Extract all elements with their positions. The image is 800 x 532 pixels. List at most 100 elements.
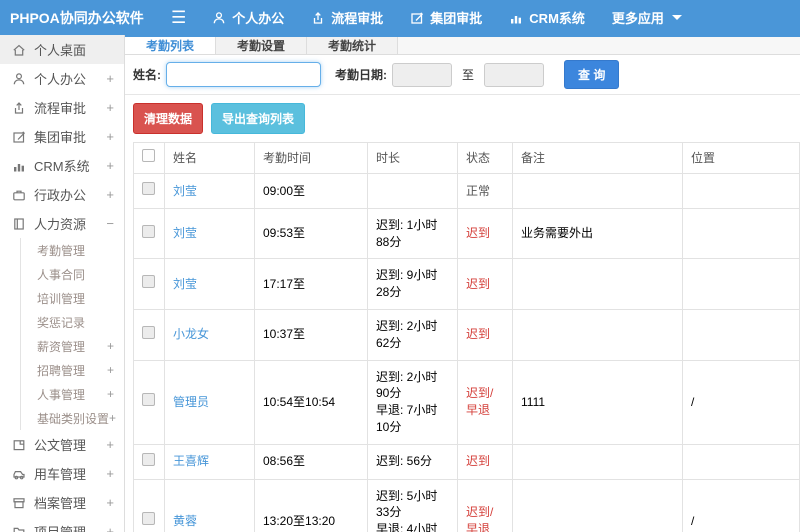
sidebar-subitem-rewards[interactable]: 奖惩记录 bbox=[21, 310, 124, 334]
expand-plus[interactable]: + bbox=[106, 100, 114, 115]
col-name: 姓名 bbox=[164, 142, 255, 174]
nav-crm-system[interactable]: CRM系统 bbox=[509, 8, 585, 27]
employee-link[interactable]: 管理员 bbox=[173, 395, 209, 409]
query-button[interactable]: 查 询 bbox=[564, 60, 620, 89]
collapse-minus[interactable]: − bbox=[106, 216, 114, 231]
content-area: 考勤列表 考勤设置 考勤统计 姓名: 考勤日期: 至 查 询 清理数据 导出查询… bbox=[125, 35, 800, 532]
sidebar-item-hr[interactable]: 人力资源 − bbox=[0, 209, 124, 238]
toolbar: 清理数据 导出查询列表 bbox=[125, 95, 800, 142]
expand-plus[interactable]: + bbox=[106, 437, 114, 452]
table-row: 小龙女 10:37至 迟到: 2小时62分 迟到 bbox=[133, 308, 800, 361]
sidebar-item-workflow-approval[interactable]: 流程审批 + bbox=[0, 93, 124, 122]
bar-chart-icon bbox=[509, 11, 523, 25]
edit-icon bbox=[12, 130, 27, 144]
status-text: 迟到 bbox=[457, 258, 513, 310]
expand-plus[interactable]: + bbox=[106, 495, 114, 510]
sidebar-item-project[interactable]: 项目管理 + bbox=[0, 517, 124, 532]
app-logo: PHPOA协同办公软件 bbox=[10, 9, 144, 26]
row-checkbox[interactable] bbox=[142, 512, 155, 526]
sidebar-item-admin-office[interactable]: 行政办公 + bbox=[0, 180, 124, 209]
home-icon bbox=[12, 43, 27, 57]
row-checkbox[interactable] bbox=[142, 275, 155, 289]
expand-plus[interactable]: + bbox=[106, 158, 114, 173]
employee-link[interactable]: 刘莹 bbox=[173, 277, 197, 291]
expand-plus[interactable]: + bbox=[107, 339, 114, 353]
employee-link[interactable]: 黄蓉 bbox=[173, 514, 197, 528]
row-checkbox[interactable] bbox=[142, 452, 155, 466]
expand-plus[interactable]: + bbox=[106, 129, 114, 144]
table-row: 刘莹 09:53至 迟到: 1小时88分 迟到 业务需要外出 bbox=[133, 207, 800, 260]
status-text: 迟到/早退 bbox=[457, 359, 513, 445]
tab-attendance-settings[interactable]: 考勤设置 bbox=[216, 37, 308, 54]
col-location: 位置 bbox=[682, 142, 800, 174]
nav-more-apps[interactable]: 更多应用 bbox=[612, 8, 682, 27]
menu-icon[interactable]: ☰ bbox=[171, 9, 186, 26]
table-header-row: 姓名 考勤时间 时长 状态 备注 位置 bbox=[133, 142, 800, 174]
sidebar-subitem-personnel[interactable]: 人事管理 + bbox=[21, 382, 124, 406]
nav-personal-office[interactable]: 个人办公 bbox=[212, 8, 284, 27]
share-icon bbox=[12, 101, 27, 115]
table-row: 王喜辉 08:56至 迟到: 56分 迟到 bbox=[133, 443, 800, 480]
table-row: 刘莹 17:17至 迟到: 9小时28分 迟到 bbox=[133, 258, 800, 310]
status-text: 迟到 bbox=[457, 443, 513, 480]
employee-link[interactable]: 刘莹 bbox=[173, 184, 197, 198]
name-input[interactable] bbox=[166, 62, 321, 87]
status-text: 迟到/早退 bbox=[457, 478, 513, 532]
select-all-checkbox[interactable] bbox=[142, 149, 155, 163]
expand-plus[interactable]: + bbox=[107, 363, 114, 377]
employee-link[interactable]: 刘莹 bbox=[173, 226, 197, 240]
expand-plus[interactable]: + bbox=[106, 187, 114, 202]
sidebar-subitem-recruit[interactable]: 招聘管理 + bbox=[21, 358, 124, 382]
export-list-button[interactable]: 导出查询列表 bbox=[211, 103, 306, 134]
sidebar-item-vehicle[interactable]: 用车管理 + bbox=[0, 459, 124, 488]
archive-icon bbox=[12, 496, 27, 510]
expand-plus[interactable]: + bbox=[107, 387, 114, 401]
col-time: 考勤时间 bbox=[254, 142, 368, 174]
col-duration: 时长 bbox=[367, 142, 458, 174]
row-checkbox[interactable] bbox=[142, 325, 155, 339]
car-icon bbox=[12, 467, 27, 481]
date-from-input[interactable] bbox=[392, 62, 452, 87]
attendance-table: 姓名 考勤时间 时长 状态 备注 位置 刘莹 09:00至 正常 刘莹 09:5… bbox=[133, 142, 800, 532]
date-to-input[interactable] bbox=[484, 62, 545, 87]
top-navigation: 个人办公 流程审批 集团审批 CRM系统 更多应用 bbox=[212, 8, 682, 27]
caret-down-icon bbox=[671, 15, 682, 20]
sidebar-item-archive[interactable]: 档案管理 + bbox=[0, 488, 124, 517]
sidebar-subitem-base-category[interactable]: 基础类别设置 + bbox=[21, 406, 124, 430]
expand-plus[interactable]: + bbox=[106, 524, 114, 532]
expand-plus[interactable]: + bbox=[106, 466, 114, 481]
search-bar: 姓名: 考勤日期: 至 查 询 bbox=[125, 55, 800, 95]
tab-attendance-stats[interactable]: 考勤统计 bbox=[307, 37, 399, 54]
sidebar-subitem-hr-contract[interactable]: 人事合同 bbox=[21, 262, 124, 286]
top-header-bar: PHPOA协同办公软件 ☰ 个人办公 流程审批 集团审批 CRM系统 更多应用 bbox=[0, 0, 800, 35]
sidebar-item-personal-desktop[interactable]: 个人桌面 bbox=[0, 35, 124, 64]
row-checkbox[interactable] bbox=[142, 224, 155, 238]
sidebar-subitem-attendance[interactable]: 考勤管理 bbox=[21, 238, 124, 262]
expand-plus[interactable]: + bbox=[109, 411, 116, 425]
tab-attendance-list[interactable]: 考勤列表 bbox=[125, 37, 217, 54]
status-text: 迟到 bbox=[457, 207, 513, 260]
briefcase-icon bbox=[12, 188, 27, 202]
clean-data-button[interactable]: 清理数据 bbox=[133, 103, 204, 134]
row-checkbox[interactable] bbox=[142, 393, 155, 407]
tab-strip: 考勤列表 考勤设置 考勤统计 bbox=[125, 35, 800, 55]
employee-link[interactable]: 王喜辉 bbox=[173, 454, 209, 468]
row-checkbox[interactable] bbox=[142, 182, 155, 195]
book-icon bbox=[12, 217, 27, 231]
employee-link[interactable]: 小龙女 bbox=[173, 327, 209, 341]
sidebar-item-group-approval[interactable]: 集团审批 + bbox=[0, 122, 124, 151]
expand-plus[interactable]: + bbox=[106, 71, 114, 86]
status-text: 正常 bbox=[457, 173, 513, 209]
sidebar-item-personal-office[interactable]: 个人办公 + bbox=[0, 64, 124, 93]
to-label: 至 bbox=[462, 68, 475, 82]
document-icon bbox=[12, 438, 27, 452]
bar-chart-icon bbox=[12, 159, 27, 173]
nav-workflow-approval[interactable]: 流程审批 bbox=[311, 8, 383, 27]
sidebar-subitem-training[interactable]: 培训管理 bbox=[21, 286, 124, 310]
folder-icon bbox=[12, 525, 27, 532]
sidebar-item-official-doc[interactable]: 公文管理 + bbox=[0, 430, 124, 459]
sidebar-item-crm[interactable]: CRM系统 + bbox=[0, 151, 124, 180]
table-row: 管理员 10:54至10:54 迟到: 2小时90分 早退: 7小时10分 迟到/… bbox=[133, 359, 800, 445]
sidebar-subitem-salary[interactable]: 薪资管理 + bbox=[21, 334, 124, 358]
nav-group-approval[interactable]: 集团审批 bbox=[410, 8, 482, 27]
